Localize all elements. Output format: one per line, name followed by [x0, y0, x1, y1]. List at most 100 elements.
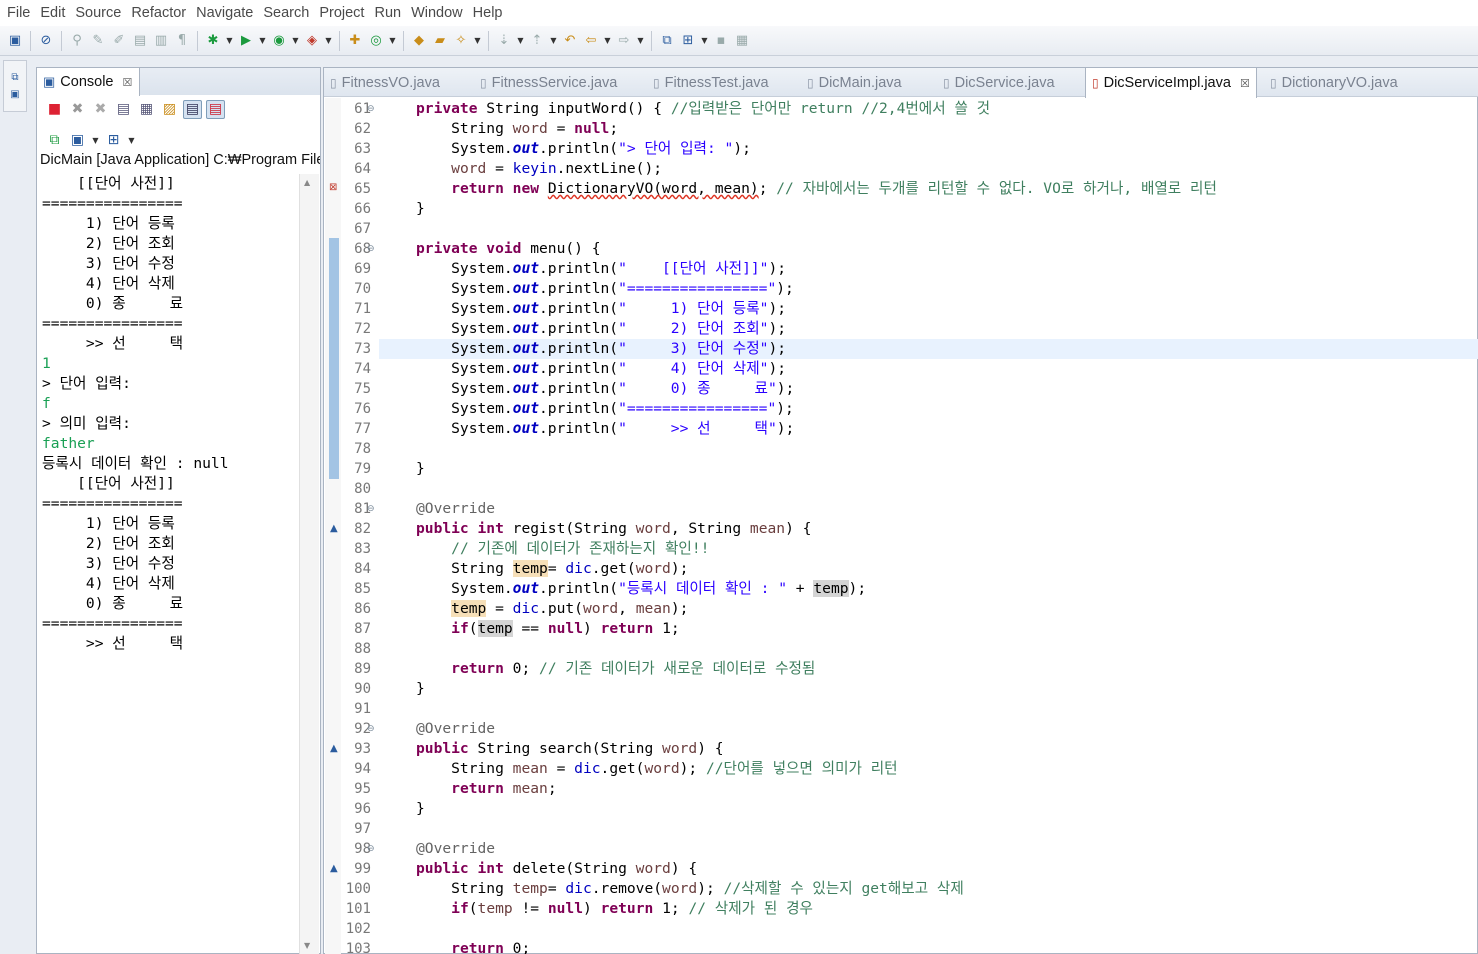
terminate-icon[interactable]: ■: [45, 100, 64, 119]
open-console-icon[interactable]: ⊞: [104, 131, 123, 150]
back-icon[interactable]: ⇦: [582, 32, 600, 50]
code-token: temp: [813, 580, 849, 597]
last-edit-location-icon[interactable]: ↶: [561, 32, 579, 50]
code-token: word: [635, 560, 671, 577]
console-scrollbar[interactable]: ▲ ▼: [299, 174, 319, 954]
code-token: }: [416, 680, 425, 697]
code-token: // 기존에 데이터가 존재하는지 확인!!: [451, 540, 710, 557]
editor-tab-label: DicMain.java: [818, 74, 902, 91]
clear-console-icon[interactable]: ▤: [114, 100, 133, 119]
open-perspective-icon[interactable]: ⊞: [679, 32, 697, 50]
override-marker-icon[interactable]: ▲: [330, 743, 338, 754]
fold-collapse-icon[interactable]: ⊖: [367, 499, 379, 519]
package-explorer-icon[interactable]: ▣: [10, 89, 19, 100]
code-token: dic: [574, 760, 601, 777]
scroll-up-icon[interactable]: ▲: [304, 178, 310, 187]
prev-annotation-icon[interactable]: ⇡: [528, 32, 546, 50]
tab-dicservice[interactable]: ▯ DicService.java: [943, 68, 1055, 97]
display-console-icon[interactable]: ▣: [68, 131, 87, 150]
remove-launch-icon[interactable]: ✖: [68, 100, 87, 119]
fold-collapse-icon[interactable]: ⊖: [367, 719, 379, 739]
menu-source[interactable]: Source: [70, 5, 126, 21]
error-marker-icon[interactable]: ⊠: [329, 182, 337, 193]
menu-navigate[interactable]: Navigate: [191, 5, 258, 21]
code-area[interactable]: private String inputWord() { //입력받은 단어만 …: [416, 99, 1478, 954]
save-icon[interactable]: ▪: [712, 32, 730, 50]
tab-dicmain[interactable]: ▯ DicMain.java: [807, 68, 902, 97]
run-icon[interactable]: ▶: [237, 32, 255, 50]
tab-dictionaryvo[interactable]: ▯ DictionaryVO.java: [1270, 68, 1398, 97]
code-token: 1;: [662, 620, 680, 637]
perspective-dropdown-icon[interactable]: ▼: [700, 36, 709, 45]
code-token: out: [512, 580, 540, 597]
next-annotation-dropdown-icon[interactable]: ▼: [516, 36, 525, 45]
toggle-block-icon[interactable]: ▤: [131, 32, 149, 50]
prev-annotation-dropdown-icon[interactable]: ▼: [549, 36, 558, 45]
pin-editor-icon[interactable]: ⧉: [658, 32, 676, 50]
menu-search[interactable]: Search: [258, 5, 314, 21]
run-dropdown-icon[interactable]: ▼: [258, 36, 267, 45]
override-marker-icon[interactable]: ▲: [330, 863, 338, 874]
next-annotation-icon[interactable]: ⇣: [495, 32, 513, 50]
new-class-dropdown-icon[interactable]: ▼: [388, 36, 397, 45]
open-console-dropdown-icon[interactable]: ▼: [127, 136, 136, 145]
code-token: String search(String: [477, 740, 663, 757]
remove-all-icon[interactable]: ✖: [91, 100, 110, 119]
console-output[interactable]: [[단어 사전]] ================ 1) 단어 등록 2) 단어…: [42, 174, 300, 954]
debug-perspective-icon[interactable]: ▣: [6, 32, 24, 50]
external-tools-dropdown-icon[interactable]: ▼: [324, 36, 333, 45]
display-console-dropdown-icon[interactable]: ▼: [91, 136, 100, 145]
menu-help[interactable]: Help: [468, 5, 508, 21]
show-on-stderr-icon[interactable]: ▤: [206, 99, 225, 119]
override-marker-icon[interactable]: ▲: [330, 523, 338, 534]
pin-icon[interactable]: ⚲: [68, 32, 86, 50]
word-wrap-icon[interactable]: ▨: [160, 100, 179, 119]
menu-file[interactable]: File: [2, 5, 35, 21]
console-output-line: > 단어 입력:: [42, 375, 140, 392]
new-java-class-icon[interactable]: ◎: [367, 32, 385, 50]
search-dropdown-icon[interactable]: ▼: [473, 36, 482, 45]
quick-diff-change-bar: [329, 238, 339, 479]
coverage-dropdown-icon[interactable]: ▼: [291, 36, 300, 45]
tab-dicserviceimpl[interactable]: ▯ DicServiceImpl.java ☒: [1085, 68, 1257, 98]
fold-collapse-icon[interactable]: ⊖: [367, 99, 379, 119]
annotation-next-icon[interactable]: ✎: [89, 32, 107, 50]
tab-fitnesstest[interactable]: ▯ FitnessTest.java: [653, 68, 769, 97]
open-type-icon[interactable]: ◆: [410, 32, 428, 50]
save-all-icon[interactable]: ▦: [733, 32, 751, 50]
code-line: System.out.println(" 2) 단어 조회");: [416, 319, 1478, 339]
coverage-icon[interactable]: ◉: [270, 32, 288, 50]
debug-dropdown-icon[interactable]: ▼: [225, 36, 234, 45]
new-java-package-icon[interactable]: ✚: [346, 32, 364, 50]
menu-project[interactable]: Project: [314, 5, 369, 21]
pin-console-icon[interactable]: ⧉: [45, 131, 64, 150]
menu-edit[interactable]: Edit: [35, 5, 70, 21]
scroll-lock-icon[interactable]: ▦: [137, 100, 156, 119]
fold-collapse-icon[interactable]: ⊖: [367, 839, 379, 859]
fold-collapse-icon[interactable]: ⊖: [367, 239, 379, 259]
tab-fitnessvo[interactable]: ▯ FitnessVO.java: [330, 68, 440, 97]
forward-icon[interactable]: ⇨: [615, 32, 633, 50]
open-folder-icon[interactable]: ▰: [431, 32, 449, 50]
skip-breakpoints-icon[interactable]: ⊘: [37, 32, 55, 50]
restore-icon[interactable]: ⧉: [11, 72, 18, 83]
annotation-prev-icon[interactable]: ✐: [110, 32, 128, 50]
toggle-whitespace-icon[interactable]: ▥: [152, 32, 170, 50]
show-on-stdout-icon[interactable]: ▤: [183, 99, 202, 119]
tab-console[interactable]: ▣ Console ☒: [37, 68, 140, 96]
menu-window[interactable]: Window: [406, 5, 468, 21]
code-line: System.out.println(" 4) 단어 삭제");: [416, 359, 1478, 379]
menu-refactor[interactable]: Refactor: [126, 5, 191, 21]
back-dropdown-icon[interactable]: ▼: [603, 36, 612, 45]
search-icon[interactable]: ✧: [452, 32, 470, 50]
close-icon[interactable]: ☒: [123, 76, 133, 89]
external-tools-icon[interactable]: ◈: [303, 32, 321, 50]
scroll-down-icon[interactable]: ▼: [304, 941, 310, 950]
code-token: .println(: [539, 400, 619, 417]
forward-dropdown-icon[interactable]: ▼: [636, 36, 645, 45]
close-icon[interactable]: ☒: [1240, 77, 1250, 90]
pilcrow-icon[interactable]: ¶: [173, 32, 191, 50]
debug-icon[interactable]: ✱: [204, 32, 222, 50]
tab-fitnessservice[interactable]: ▯ FitnessService.java: [480, 68, 617, 97]
menu-run[interactable]: Run: [369, 5, 406, 21]
